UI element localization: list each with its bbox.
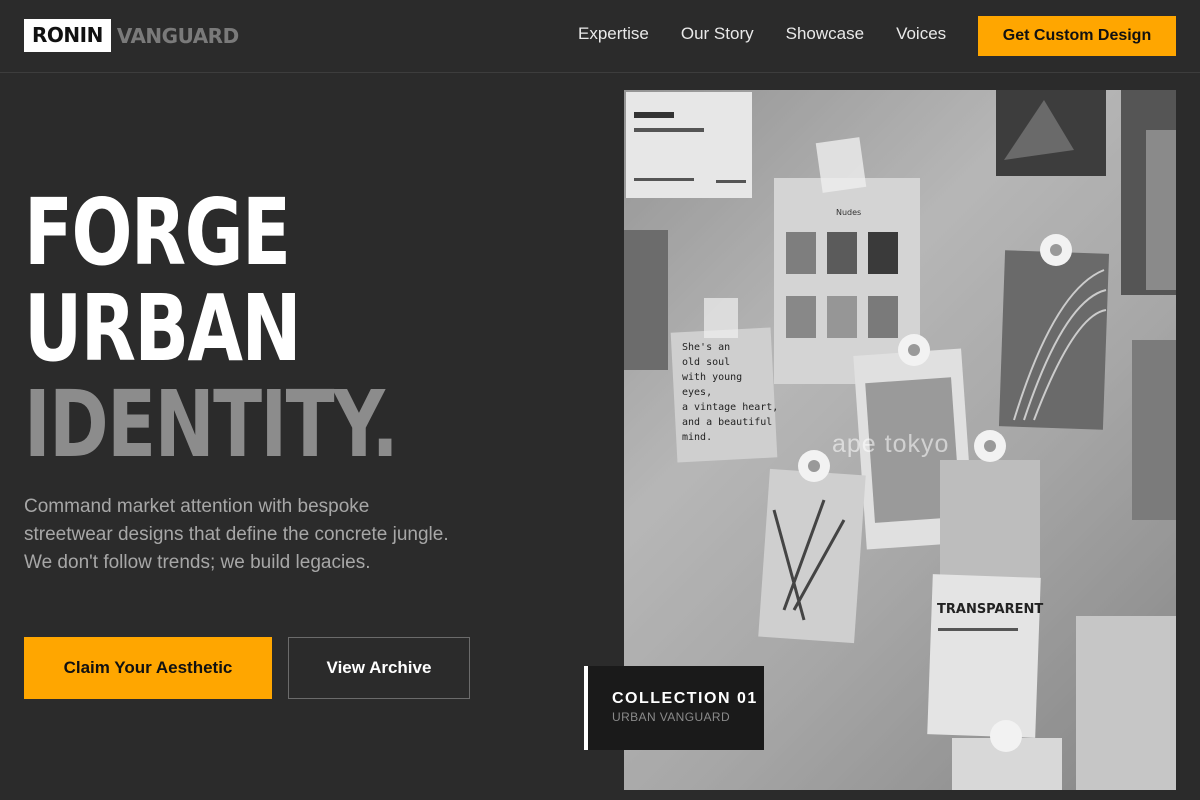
logo[interactable]: RONIN VANGUARD xyxy=(24,19,239,52)
headline-line-2: URBAN xyxy=(24,275,302,382)
collection-badge: COLLECTION 01 URBAN VANGUARD xyxy=(584,666,764,750)
claim-your-aesthetic-button[interactable]: Claim Your Aesthetic xyxy=(24,637,272,699)
logo-box-text: RONIN xyxy=(24,19,111,52)
collection-title: COLLECTION 01 xyxy=(612,690,758,707)
get-custom-design-button[interactable]: Get Custom Design xyxy=(978,16,1176,56)
nav-link-showcase[interactable]: Showcase xyxy=(786,24,864,44)
nudes-card-label: Nudes xyxy=(836,208,861,217)
nav-link-expertise[interactable]: Expertise xyxy=(578,24,649,44)
view-archive-button[interactable]: View Archive xyxy=(288,637,470,699)
svg-text:old soul: old soul xyxy=(682,357,730,368)
headline-line-1: FORGE xyxy=(24,179,291,286)
nav-links: Expertise Our Story Showcase Voices xyxy=(578,24,978,44)
svg-text:eyes,: eyes, xyxy=(682,387,712,398)
top-nav: RONIN VANGUARD Expertise Our Story Showc… xyxy=(0,0,1200,73)
nav-link-voices[interactable]: Voices xyxy=(896,24,946,44)
svg-text:mind.: mind. xyxy=(682,432,712,443)
svg-text:a vintage heart,: a vintage heart, xyxy=(682,402,778,413)
hero-subcopy: Command market attention with bespoke st… xyxy=(24,496,449,573)
hero-headline: FORGE URBAN IDENTITY. xyxy=(24,179,399,478)
svg-text:She's an: She's an xyxy=(682,342,730,353)
logo-wordmark: VANGUARD xyxy=(116,23,239,48)
transparent-card-label: TRANSPARENT xyxy=(937,602,1043,617)
collection-subtitle: URBAN VANGUARD xyxy=(612,710,731,724)
photo-watermark: ape tokyo xyxy=(832,430,950,458)
svg-text:with young: with young xyxy=(682,372,742,383)
svg-text:and a beautiful: and a beautiful xyxy=(682,417,772,428)
nav-link-our-story[interactable]: Our Story xyxy=(681,24,754,44)
headline-line-3: IDENTITY. xyxy=(24,371,399,478)
